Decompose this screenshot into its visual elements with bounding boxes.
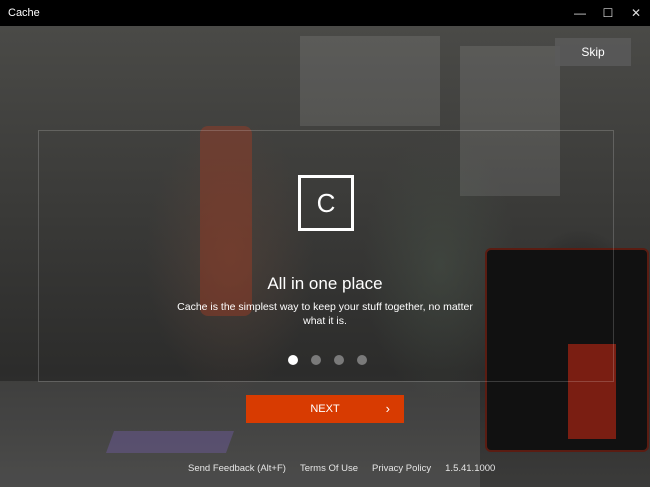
content-frame xyxy=(38,130,614,382)
chevron-right-icon: › xyxy=(385,401,390,416)
send-feedback-link[interactable]: Send Feedback (Alt+F) xyxy=(188,463,286,474)
title-bar: Cache — ☐ ✕ xyxy=(0,0,650,26)
maximize-button[interactable]: ☐ xyxy=(594,0,622,26)
cache-logo-icon: C xyxy=(298,175,354,231)
logo-letter: C xyxy=(316,187,336,218)
close-button[interactable]: ✕ xyxy=(622,0,650,26)
bg-window xyxy=(300,36,440,126)
slide-description: Cache is the simplest way to keep your s… xyxy=(177,301,473,327)
minimize-button[interactable]: — xyxy=(566,0,594,26)
page-dot-1[interactable] xyxy=(288,355,298,365)
terms-of-use-link[interactable]: Terms Of Use xyxy=(300,463,358,474)
page-dot-2[interactable] xyxy=(311,355,321,365)
version-label: 1.5.41.1000 xyxy=(445,463,496,474)
bg-keyboard xyxy=(105,431,235,453)
skip-button[interactable]: Skip xyxy=(555,38,631,66)
slide-heading: All in one place xyxy=(267,274,383,293)
pagination-dots xyxy=(288,355,367,365)
footer: Send Feedback (Alt+F) Terms Of Use Priva… xyxy=(188,463,495,474)
page-dot-3[interactable] xyxy=(334,355,344,365)
next-button[interactable]: NEXT › xyxy=(246,395,404,423)
page-dot-4[interactable] xyxy=(357,355,367,365)
next-label: NEXT xyxy=(310,403,340,415)
window-title: Cache xyxy=(8,7,40,19)
privacy-policy-link[interactable]: Privacy Policy xyxy=(372,463,431,474)
